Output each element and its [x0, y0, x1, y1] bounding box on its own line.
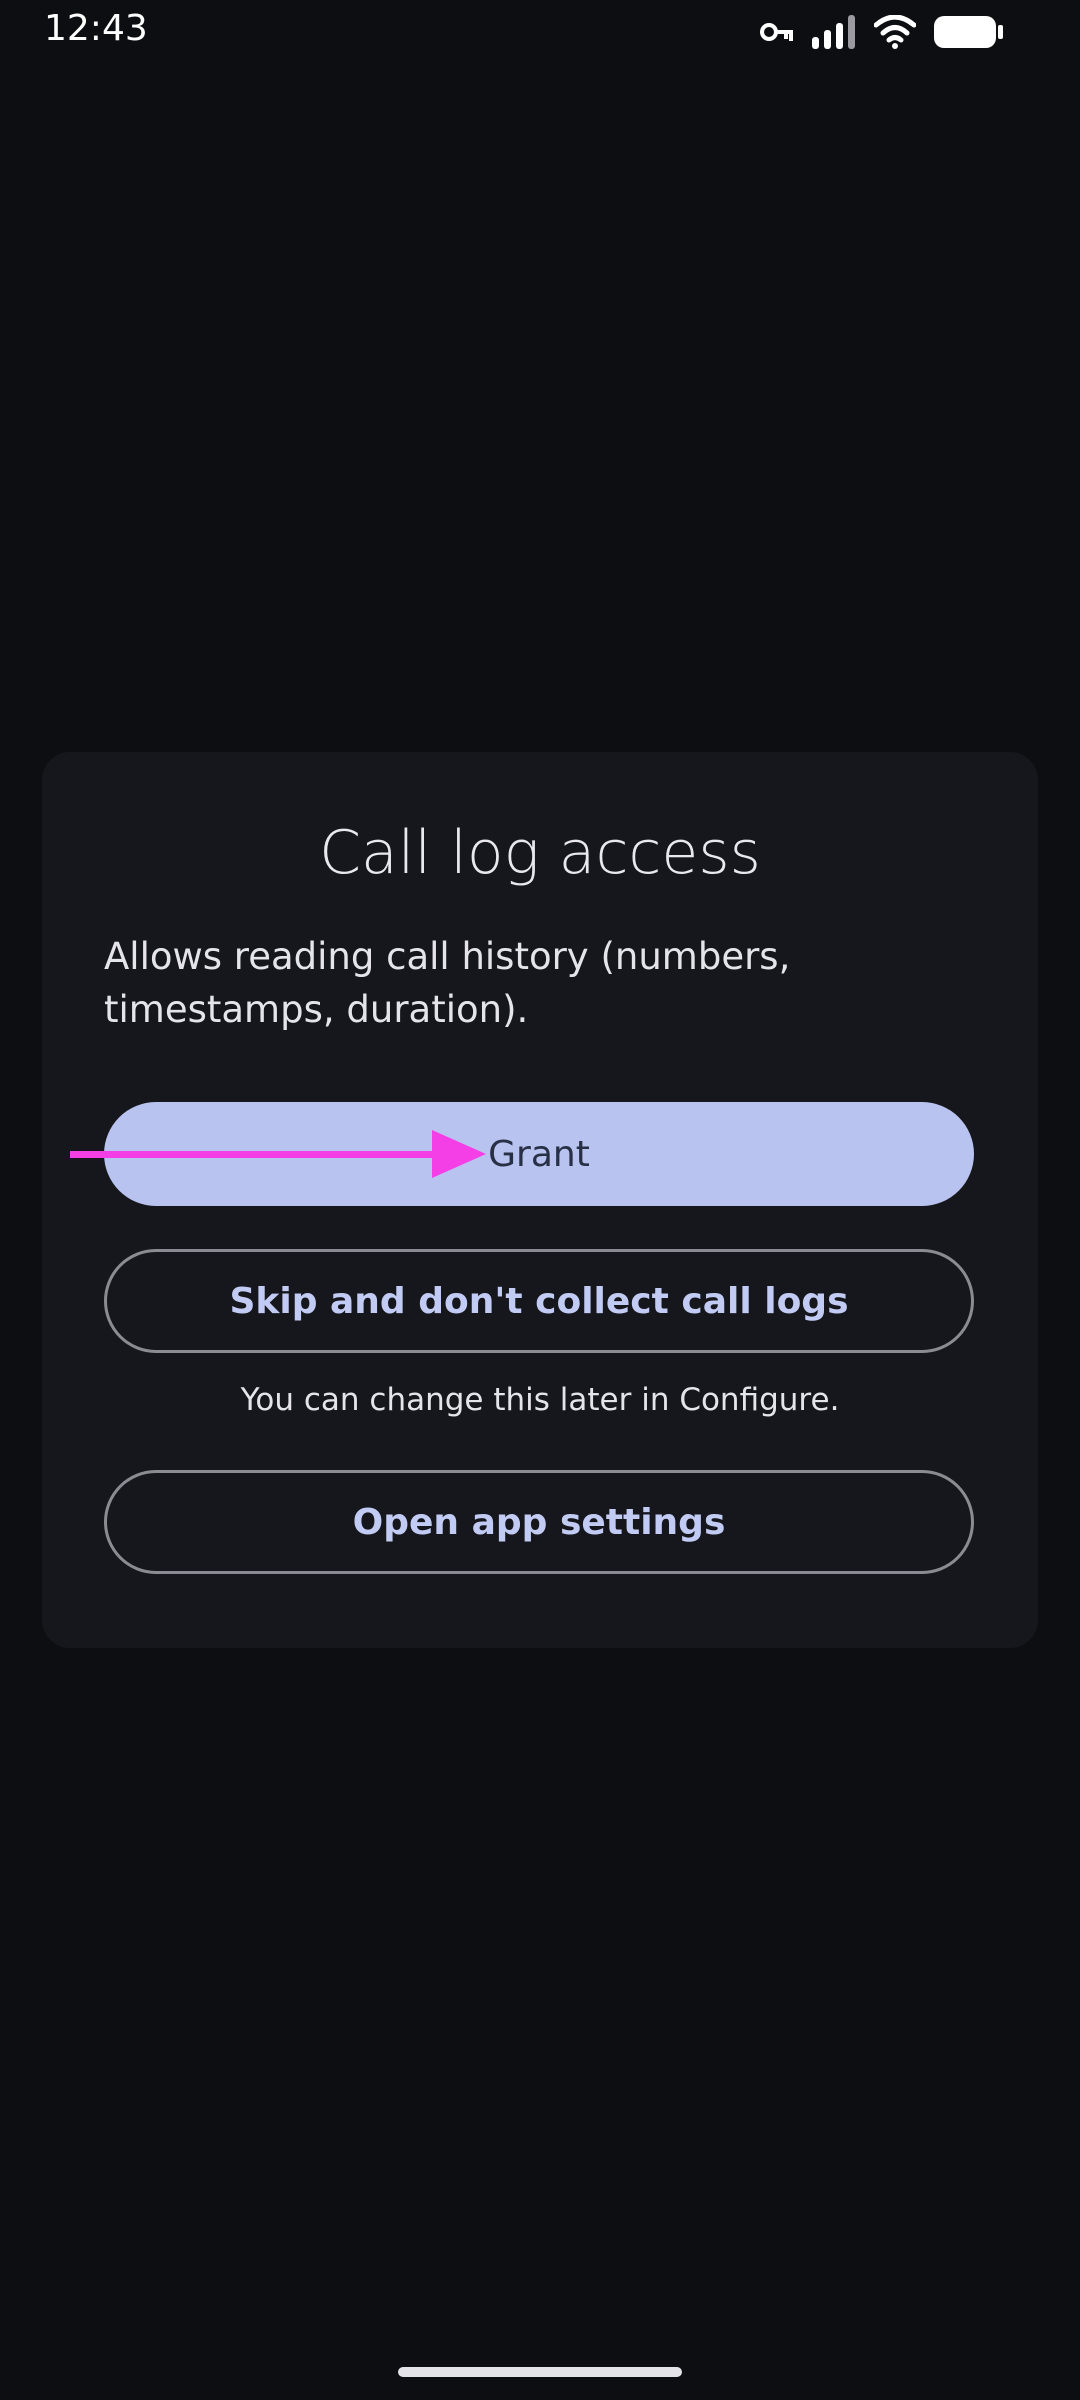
battery-icon [934, 15, 1004, 49]
status-icons [760, 12, 1004, 52]
status-bar: 12:43 [0, 0, 1080, 64]
skip-button[interactable]: Skip and don't collect call logs [104, 1249, 974, 1353]
permission-card: Call log access Allows reading call hist… [42, 752, 1038, 1648]
status-time: 12:43 [44, 8, 148, 49]
open-app-settings-label: Open app settings [352, 1501, 726, 1543]
wifi-icon [874, 15, 916, 49]
gesture-navigation-bar[interactable] [398, 2367, 682, 2377]
dialog-title: Call log access [319, 818, 761, 888]
skip-button-label: Skip and don't collect call logs [229, 1280, 849, 1322]
open-app-settings-button[interactable]: Open app settings [104, 1470, 974, 1574]
hint-text: You can change this later in Configure. [240, 1382, 840, 1418]
vpn-key-icon [760, 21, 794, 43]
dialog-description: Allows reading call history (numbers, ti… [104, 935, 791, 1031]
signal-icon [812, 15, 856, 49]
grant-button[interactable]: Grant [104, 1102, 974, 1206]
grant-button-label: Grant [488, 1133, 590, 1175]
